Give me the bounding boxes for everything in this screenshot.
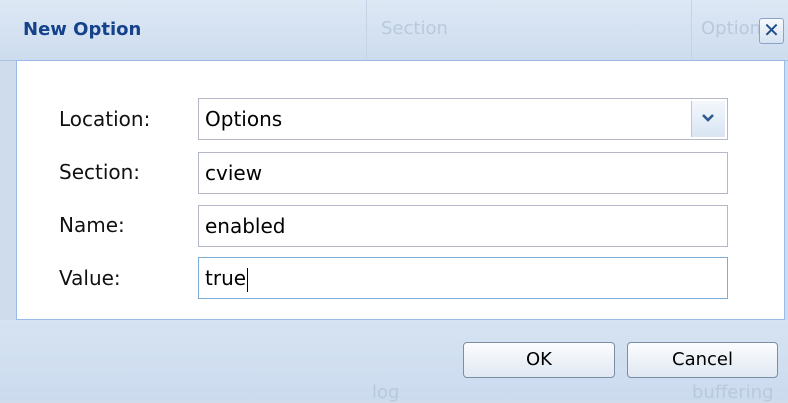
ok-button-label: OK — [526, 349, 552, 370]
cancel-button[interactable]: Cancel — [627, 342, 778, 378]
chevron-down-icon — [702, 114, 714, 122]
location-dropdown-trigger[interactable] — [691, 101, 725, 137]
section-label: Section: — [59, 160, 141, 184]
form-panel: Location: Options Section: cview Name: e… — [16, 60, 785, 320]
new-option-dialog: New Option Section Option ✕ Location: Op… — [0, 0, 788, 403]
name-field[interactable]: enabled — [198, 205, 728, 247]
location-value: Options — [205, 107, 283, 131]
close-icon: ✕ — [763, 18, 780, 42]
close-button[interactable]: ✕ — [759, 18, 784, 44]
cancel-button-label: Cancel — [672, 349, 733, 370]
section-field[interactable]: cview — [198, 152, 728, 194]
name-value: enabled — [205, 214, 286, 238]
dialog-title: New Option — [23, 19, 142, 40]
text-caret — [247, 267, 249, 292]
value-field[interactable]: true — [198, 257, 728, 299]
location-combobox[interactable]: Options — [198, 98, 728, 140]
dialog-header: New Option — [0, 0, 788, 61]
ok-button[interactable]: OK — [463, 342, 615, 378]
section-value: cview — [205, 161, 263, 185]
value-label: Value: — [59, 266, 121, 290]
location-label: Location: — [59, 107, 151, 131]
name-label: Name: — [59, 213, 125, 237]
value-value: true — [205, 266, 247, 290]
